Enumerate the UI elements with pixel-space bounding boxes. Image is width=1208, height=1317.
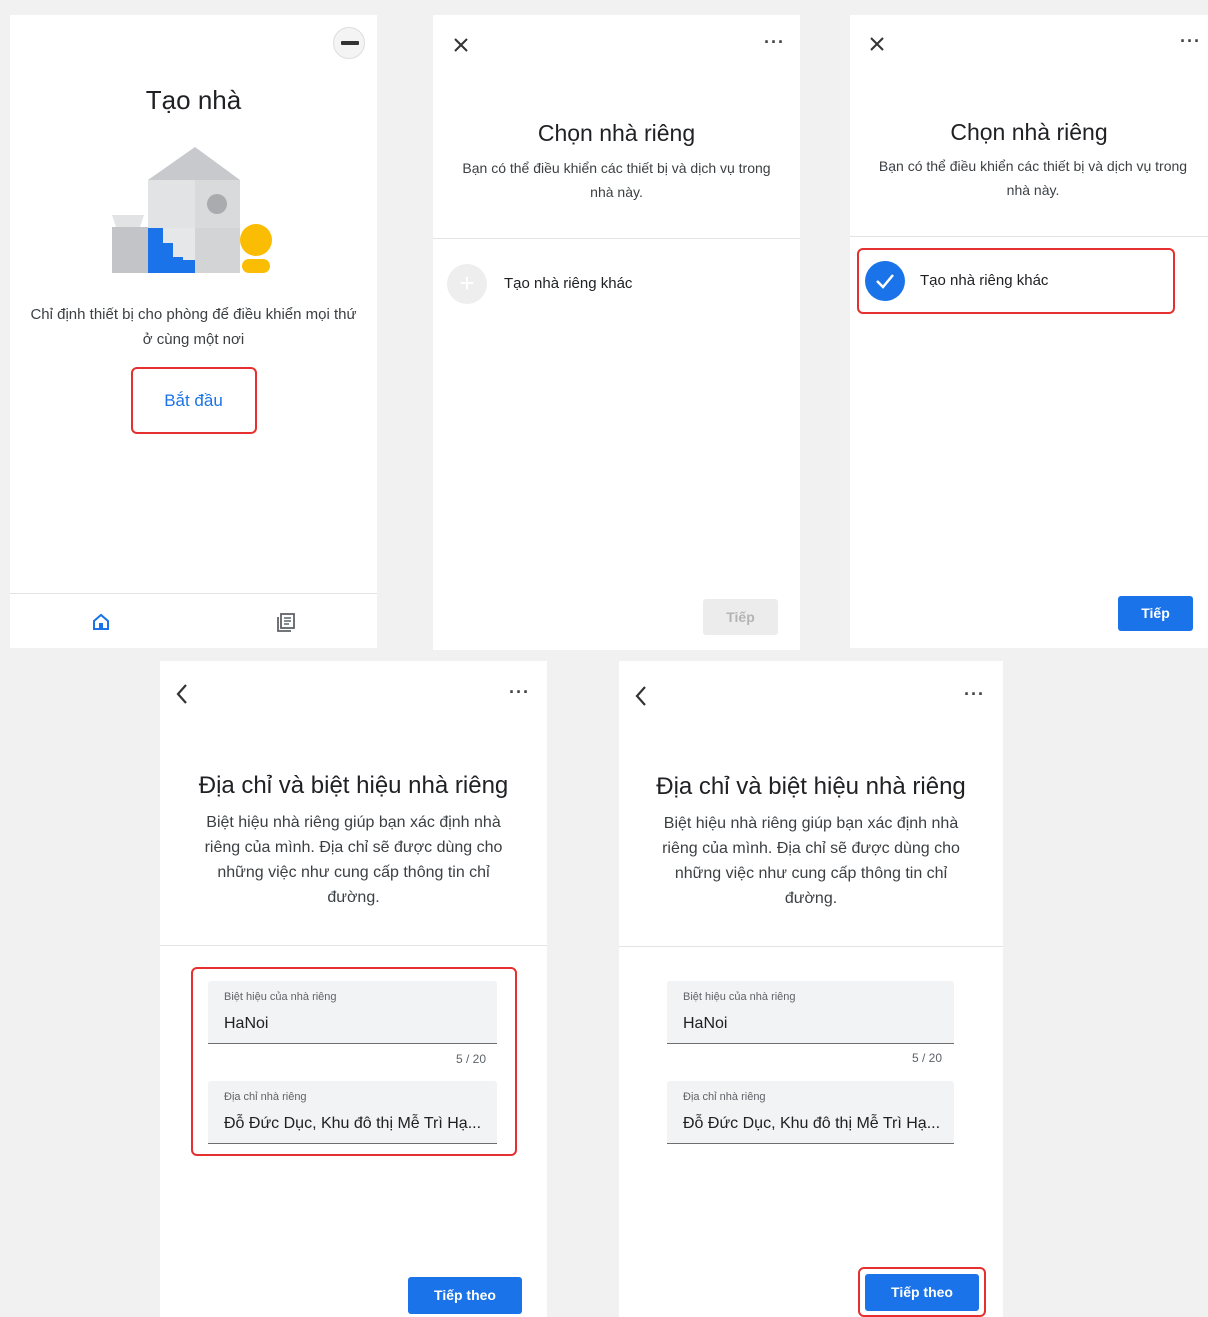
screen-create-home: Tạo nhà Chỉ định thiết bị cho phòng để đ… xyxy=(10,15,377,648)
home-icon[interactable] xyxy=(91,612,111,632)
address-value: Đỗ Đức Dục, Khu đô thị Mễ Trì Hạ... xyxy=(683,1115,941,1132)
next-button[interactable]: Tiếp xyxy=(1118,596,1193,631)
close-icon[interactable] xyxy=(453,37,469,53)
more-icon[interactable]: ··· xyxy=(509,683,530,701)
page-title: Chọn nhà riêng xyxy=(537,120,696,146)
highlight-next-button xyxy=(858,1267,986,1317)
home-illustration xyxy=(112,147,272,273)
more-icon[interactable]: ··· xyxy=(1180,32,1201,50)
more-icon[interactable]: ··· xyxy=(764,33,785,51)
header-divider xyxy=(850,236,1208,237)
nickname-label: Biệt hiệu của nhà riêng xyxy=(683,991,796,1003)
highlight-start-button xyxy=(131,367,257,434)
back-icon[interactable] xyxy=(634,685,648,707)
page-title: Địa chỉ và biệt hiệu nhà riêng xyxy=(656,773,966,800)
more-icon[interactable]: ··· xyxy=(964,685,985,703)
screen-choose-home-selected: ··· Chọn nhà riêng Bạn có thể điều khiển… xyxy=(850,15,1208,648)
create-home-description: Chỉ định thiết bị cho phòng để điều khiể… xyxy=(30,306,357,348)
highlight-address-fields xyxy=(191,967,517,1156)
close-icon[interactable] xyxy=(869,36,885,52)
page-title: Tạo nhà xyxy=(145,85,242,115)
page-subtitle: Bạn có thể điều khiển các thiết bị và dị… xyxy=(878,158,1188,198)
screen-address-next: ··· Địa chỉ và biệt hiệu nhà riêng Biệt … xyxy=(619,661,1003,1317)
option-create-home[interactable]: + Tạo nhà riêng khác xyxy=(447,264,777,304)
page-description: Biệt hiệu nhà riêng giúp bạn xác định nh… xyxy=(662,815,960,907)
header-divider xyxy=(619,946,1003,947)
page-description: Biệt hiệu nhà riêng giúp bạn xác định nh… xyxy=(204,814,503,906)
header-divider xyxy=(433,238,800,239)
page-title: Chọn nhà riêng xyxy=(950,119,1108,145)
nickname-counter: 5 / 20 xyxy=(912,1051,943,1065)
page-title: Địa chỉ và biệt hiệu nhà riêng xyxy=(198,772,509,799)
screen-choose-home-empty: ··· Chọn nhà riêng Bạn có thể điều khiển… xyxy=(433,15,800,650)
page-subtitle: Bạn có thể điều khiển các thiết bị và dị… xyxy=(462,160,771,200)
address-label: Địa chỉ nhà riêng xyxy=(683,1091,766,1103)
back-icon[interactable] xyxy=(175,683,189,705)
bottom-nav xyxy=(10,594,377,648)
address-field[interactable]: Địa chỉ nhà riêng Đỗ Đức Dục, Khu đô thị… xyxy=(667,1081,954,1144)
next-button[interactable]: Tiếp xyxy=(703,599,778,635)
highlight-create-home-option xyxy=(857,248,1175,314)
feed-icon[interactable] xyxy=(275,611,297,633)
header-divider xyxy=(160,945,547,946)
avatar[interactable] xyxy=(333,27,365,59)
next-button[interactable]: Tiếp theo xyxy=(408,1277,522,1314)
nickname-field[interactable]: Biệt hiệu của nhà riêng HaNoi xyxy=(667,981,954,1044)
option-label: Tạo nhà riêng khác xyxy=(504,275,633,292)
nickname-value: HaNoi xyxy=(683,1015,728,1032)
add-icon: + xyxy=(447,264,487,304)
